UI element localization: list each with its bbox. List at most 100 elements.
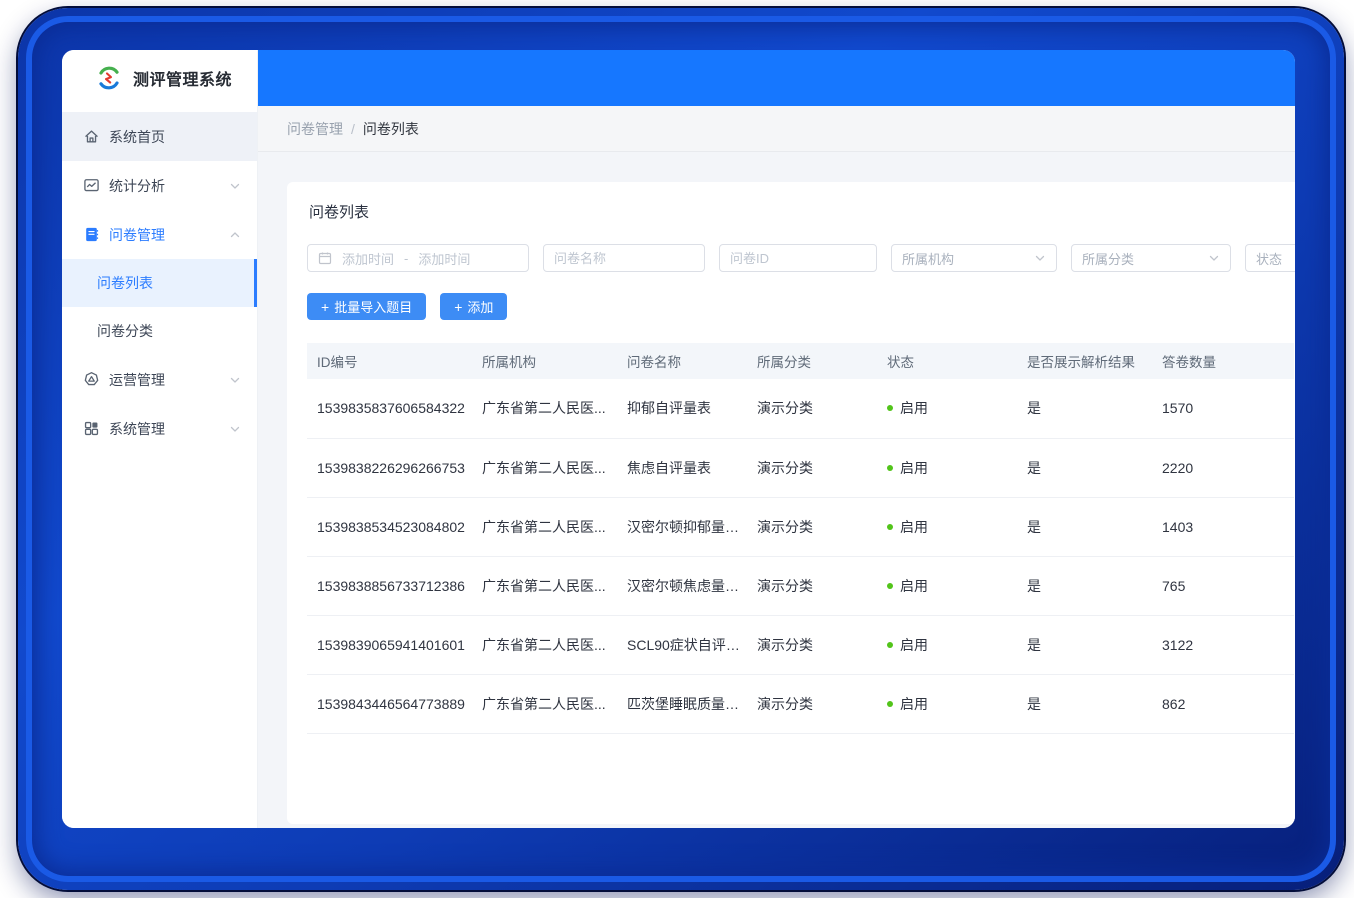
col-header-org: 所属机构	[472, 343, 617, 379]
batch-import-button[interactable]: + 批量导入题目	[307, 293, 426, 320]
date-start-placeholder: 添加时间	[342, 249, 394, 268]
status-label: 启用	[900, 398, 928, 418]
sidebar-subitem-label: 问卷列表	[97, 273, 153, 293]
chevron-down-icon	[1208, 252, 1220, 264]
cell-status: 启用	[877, 438, 1017, 497]
organization-select[interactable]: 所属机构	[891, 244, 1057, 272]
questionnaire-list-card: 问卷列表 添加时间 - 添加时间	[287, 182, 1295, 824]
date-range-picker[interactable]: 添加时间 - 添加时间	[307, 244, 529, 272]
table-row: 1539838226296266753 广东省第二人民医... 焦虑自评量表 演…	[307, 438, 1294, 497]
sidebar-subitem-label: 问卷分类	[97, 321, 153, 341]
chevron-down-icon	[229, 423, 241, 435]
cell-category: 演示分类	[747, 438, 877, 497]
cell-id: 1539838534523084802	[307, 497, 472, 556]
col-header-id: ID编号	[307, 343, 472, 379]
cell-id: 1539843446564773889	[307, 674, 472, 733]
cell-show-analysis: 是	[1017, 674, 1152, 733]
col-header-status: 状态	[877, 343, 1017, 379]
cell-category: 演示分类	[747, 615, 877, 674]
col-header-count: 答卷数量	[1152, 343, 1294, 379]
table-row: 1539839065941401601 广东省第二人民医... SCL90症状自…	[307, 615, 1294, 674]
chevron-down-icon	[1034, 252, 1046, 264]
add-label: 添加	[467, 297, 493, 316]
cell-status: 启用	[877, 379, 1017, 438]
category-select[interactable]: 所属分类	[1071, 244, 1231, 272]
cell-name: 匹茨堡睡眠质量指数	[617, 674, 747, 733]
status-label: 启用	[900, 517, 928, 537]
sidebar-item-label: 系统管理	[109, 419, 229, 439]
table-row: 1539838856733712386 广东省第二人民医... 汉密尔顿焦虑量表…	[307, 556, 1294, 615]
sidebar-item-system-mgmt[interactable]: 系统管理	[62, 404, 257, 453]
page: 测评管理系统 系统首页 统计分析	[0, 0, 1354, 898]
cell-org: 广东省第二人民医...	[472, 615, 617, 674]
cell-name: 汉密尔顿抑郁量表...	[617, 497, 747, 556]
app-title: 测评管理系统	[133, 66, 232, 90]
sidebar-item-label: 统计分析	[109, 176, 229, 196]
cell-status: 启用	[877, 556, 1017, 615]
cell-count: 2220	[1152, 438, 1294, 497]
status-dot	[887, 583, 893, 589]
sidebar-item-operation-mgmt[interactable]: 运营管理	[62, 355, 257, 404]
cell-show-analysis: 是	[1017, 556, 1152, 615]
chevron-down-icon	[229, 374, 241, 386]
breadcrumb: 问卷管理 / 问卷列表	[258, 106, 1295, 152]
cell-name: 抑郁自评量表	[617, 379, 747, 438]
cell-category: 演示分类	[747, 497, 877, 556]
top-header-bar	[258, 50, 1295, 106]
sidebar-item-questionnaire-category[interactable]: 问卷分类	[62, 307, 257, 355]
table-row: 1539835837606584322 广东省第二人民医... 抑郁自评量表 演…	[307, 379, 1294, 438]
cell-id: 1539835837606584322	[307, 379, 472, 438]
filter-row: 添加时间 - 添加时间 所属机构	[307, 244, 1295, 272]
breadcrumb-parent[interactable]: 问卷管理	[287, 119, 343, 139]
grid-icon	[83, 420, 100, 437]
cell-status: 启用	[877, 497, 1017, 556]
cell-status: 启用	[877, 674, 1017, 733]
cell-show-analysis: 是	[1017, 379, 1152, 438]
status-dot	[887, 405, 893, 411]
cell-count: 862	[1152, 674, 1294, 733]
col-header-show-analysis: 是否展示解析结果	[1017, 343, 1152, 379]
cell-category: 演示分类	[747, 379, 877, 438]
add-button[interactable]: + 添加	[440, 293, 507, 320]
sidebar-item-home[interactable]: 系统首页	[62, 112, 257, 161]
date-end-placeholder: 添加时间	[418, 249, 470, 268]
status-dot	[887, 642, 893, 648]
breadcrumb-separator: /	[351, 121, 355, 137]
cell-show-analysis: 是	[1017, 438, 1152, 497]
cell-status: 启用	[877, 615, 1017, 674]
questionnaire-name-input[interactable]	[554, 251, 694, 266]
status-label: 启用	[900, 635, 928, 655]
questionnaire-id-field	[719, 244, 877, 272]
sidebar-item-questionnaire-list[interactable]: 问卷列表	[62, 259, 257, 307]
batch-import-label: 批量导入题目	[334, 297, 412, 316]
main-area: 问卷管理 / 问卷列表 问卷列表 添加时间 - 添	[258, 50, 1295, 828]
cell-id: 1539838226296266753	[307, 438, 472, 497]
status-dot	[887, 524, 893, 530]
status-select-placeholder: 状态	[1256, 249, 1282, 268]
cell-org: 广东省第二人民医...	[472, 379, 617, 438]
questionnaire-table: ID编号 所属机构 问卷名称 所属分类 状态 是否展示解析结果 答卷数量	[307, 343, 1294, 734]
status-dot	[887, 701, 893, 707]
content-area: 问卷列表 添加时间 - 添加时间	[258, 152, 1295, 828]
questionnaire-name-field	[543, 244, 705, 272]
plus-icon: +	[321, 299, 329, 315]
chevron-down-icon	[229, 180, 241, 192]
sidebar-menu: 系统首页 统计分析 问卷管理	[62, 106, 257, 453]
card-title: 问卷列表	[309, 201, 1295, 222]
cell-id: 1539838856733712386	[307, 556, 472, 615]
questionnaire-id-input[interactable]	[730, 251, 866, 266]
sidebar-item-questionnaire-mgmt[interactable]: 问卷管理	[62, 210, 257, 259]
cell-category: 演示分类	[747, 674, 877, 733]
status-select[interactable]: 状态	[1245, 244, 1295, 272]
cell-category: 演示分类	[747, 556, 877, 615]
cell-name: 焦虑自评量表	[617, 438, 747, 497]
organization-select-placeholder: 所属机构	[902, 249, 954, 268]
cell-org: 广东省第二人民医...	[472, 674, 617, 733]
breadcrumb-current: 问卷列表	[363, 119, 419, 139]
cell-name: SCL90症状自评量表	[617, 615, 747, 674]
cell-org: 广东省第二人民医...	[472, 556, 617, 615]
cell-count: 1570	[1152, 379, 1294, 438]
col-header-category: 所属分类	[747, 343, 877, 379]
chart-icon	[83, 177, 100, 194]
sidebar-item-statistics[interactable]: 统计分析	[62, 161, 257, 210]
